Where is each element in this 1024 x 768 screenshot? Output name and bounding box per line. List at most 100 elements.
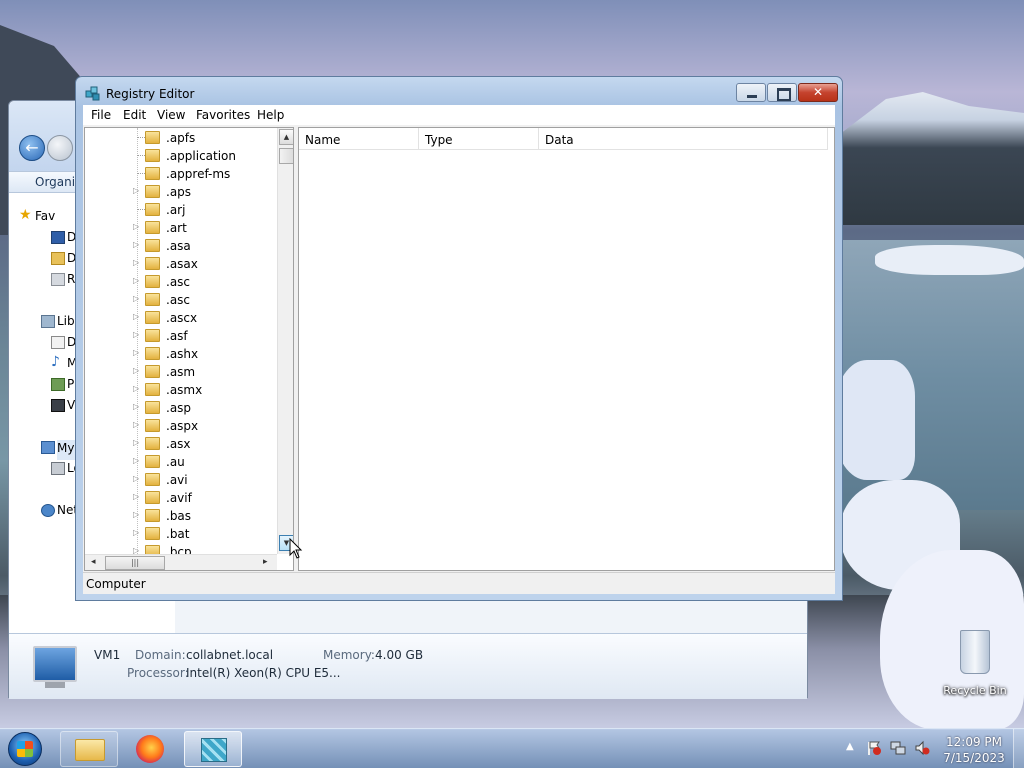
recent-places-icon — [51, 273, 65, 286]
registry-editor-window[interactable]: Registry Editor ✕ File Edit View Favorit… — [75, 76, 843, 601]
tree-item[interactable]: ▷ .ashx — [85, 345, 277, 363]
tree-item-label: .asmx — [166, 383, 203, 397]
taskbar-explorer-button[interactable] — [60, 731, 118, 767]
expand-arrow-icon[interactable]: ▷ — [133, 294, 141, 303]
tree-horizontal-scrollbar[interactable]: ◂ ||| ▸ — [85, 554, 277, 570]
tree-item[interactable]: ▷ .avif — [85, 489, 277, 507]
expand-arrow-icon[interactable]: ▷ — [133, 456, 141, 465]
column-header-name[interactable]: Name — [299, 128, 419, 150]
star-icon: ★ — [19, 207, 32, 223]
close-icon: ✕ — [812, 85, 824, 99]
registry-key-tree[interactable]: .apfs .application .appref-ms ▷ .aps .arj ▷ .ar… — [84, 127, 294, 571]
tree-item[interactable]: ▷ .aspx — [85, 417, 277, 435]
tree-item-label: .bat — [166, 527, 190, 541]
tree-item[interactable]: ▷ .asp — [85, 399, 277, 417]
tree-item-label: .aps — [166, 185, 192, 199]
column-header-data[interactable]: Data — [539, 128, 828, 150]
tree-item[interactable]: .application — [85, 147, 277, 165]
folder-icon — [145, 455, 160, 468]
expand-arrow-icon[interactable]: ▷ — [133, 240, 141, 249]
expand-arrow-icon[interactable]: ▷ — [133, 258, 141, 267]
tree-item[interactable]: ▷ .ascx — [85, 309, 277, 327]
expand-arrow-icon[interactable]: ▷ — [133, 510, 141, 519]
folder-icon — [145, 401, 160, 414]
back-button[interactable]: ← — [19, 135, 45, 161]
expand-arrow-icon[interactable]: ▷ — [133, 276, 141, 285]
menu-view[interactable]: View — [157, 108, 185, 122]
scroll-right-button[interactable]: ▸ — [263, 557, 268, 567]
tree-item[interactable]: ▷ .asx — [85, 435, 277, 453]
volume-muted-icon[interactable] — [914, 740, 930, 756]
horizontal-scroll-thumb[interactable]: ||| — [105, 556, 165, 570]
memory-label: Memory: — [323, 648, 375, 662]
maximize-button[interactable] — [767, 83, 797, 102]
column-header-type[interactable]: Type — [419, 128, 539, 150]
tree-item[interactable]: ▷ .asm — [85, 363, 277, 381]
tree-item[interactable]: .appref-ms — [85, 165, 277, 183]
tree-item[interactable]: ▷ .asf — [85, 327, 277, 345]
expand-arrow-icon[interactable]: ▷ — [133, 222, 141, 231]
forward-button[interactable] — [47, 135, 73, 161]
expand-arrow-icon[interactable]: ▷ — [133, 186, 141, 195]
sidebar-item-videos[interactable]: V — [51, 398, 75, 412]
scroll-up-button[interactable]: ▲ — [279, 129, 293, 145]
domain-value: collabnet.local — [186, 648, 274, 662]
taskbar-regedit-button[interactable] — [184, 731, 242, 767]
expand-arrow-icon[interactable]: ▷ — [133, 366, 141, 375]
expand-arrow-icon[interactable]: ▷ — [133, 330, 141, 339]
expand-arrow-icon[interactable]: ▷ — [133, 348, 141, 357]
recycle-bin-label: Recycle Bin — [943, 684, 1007, 697]
scroll-left-button[interactable]: ◂ — [91, 557, 96, 567]
downloads-icon — [51, 252, 65, 265]
domain-label: Domain: — [135, 648, 186, 662]
menu-help[interactable]: Help — [257, 108, 284, 122]
tree-item[interactable]: ▷ .asc — [85, 273, 277, 291]
show-hidden-icons-button[interactable]: ▲ — [846, 741, 854, 752]
menu-favorites[interactable]: Favorites — [196, 108, 250, 122]
tree-item[interactable]: ▷ .asc — [85, 291, 277, 309]
tree-item[interactable]: .apfs — [85, 129, 277, 147]
recycle-bin-desktop-icon[interactable]: Recycle Bin — [940, 630, 1010, 697]
tree-item[interactable]: .arj — [85, 201, 277, 219]
expand-arrow-icon[interactable]: ▷ — [133, 438, 141, 447]
tree-item[interactable]: ▷ .avi — [85, 471, 277, 489]
close-button[interactable]: ✕ — [798, 83, 838, 102]
show-desktop-button[interactable] — [1013, 729, 1024, 768]
expand-arrow-icon[interactable]: ▷ — [133, 528, 141, 537]
expand-arrow-icon[interactable]: ▷ — [133, 420, 141, 429]
expand-arrow-icon[interactable]: ▷ — [133, 474, 141, 483]
tree-item[interactable]: ▷ .asa — [85, 237, 277, 255]
taskbar-firefox-button[interactable] — [122, 731, 180, 767]
sidebar-item-favorites[interactable]: ★ Fav — [19, 207, 55, 223]
firefox-icon — [136, 735, 164, 763]
expand-arrow-icon[interactable]: ▷ — [133, 402, 141, 411]
expand-arrow-icon[interactable]: ▷ — [133, 492, 141, 501]
action-center-flag-icon[interactable] — [866, 740, 882, 756]
start-button[interactable] — [4, 729, 48, 768]
folder-icon — [145, 167, 160, 180]
tree-item[interactable]: ▷ .aps — [85, 183, 277, 201]
expand-arrow-icon[interactable]: ▷ — [133, 384, 141, 393]
explorer-details-pane: VM1 Domain: collabnet.local Memory: 4.00… — [9, 633, 807, 699]
tree-item-label: .ascx — [166, 311, 198, 325]
scroll-thumb[interactable] — [279, 148, 293, 164]
expand-arrow-icon[interactable]: ▷ — [133, 312, 141, 321]
folder-icon — [145, 311, 160, 324]
registry-values-list[interactable]: Name Type Data — [298, 127, 835, 571]
tree-item-label: .bas — [166, 509, 192, 523]
menu-file[interactable]: File — [91, 108, 111, 122]
tree-item-label: .asc — [166, 275, 191, 289]
tree-item[interactable]: ▷ .asax — [85, 255, 277, 273]
menu-edit[interactable]: Edit — [123, 108, 146, 122]
tree-item[interactable]: ▷ .art — [85, 219, 277, 237]
network-status-icon[interactable] — [890, 740, 906, 756]
clock[interactable]: 12:09 PM 7/15/2023 — [942, 734, 1006, 766]
sidebar-item-pictures[interactable]: P — [51, 377, 74, 391]
tree-item[interactable]: ▷ .bas — [85, 507, 277, 525]
tree-item[interactable]: ▷ .bat — [85, 525, 277, 543]
tree-item[interactable]: ▷ .asmx — [85, 381, 277, 399]
folder-icon — [145, 293, 160, 306]
tree-vertical-scrollbar[interactable]: ▲ ▼ — [277, 128, 293, 554]
tree-item[interactable]: ▷ .au — [85, 453, 277, 471]
minimize-button[interactable] — [736, 83, 766, 102]
